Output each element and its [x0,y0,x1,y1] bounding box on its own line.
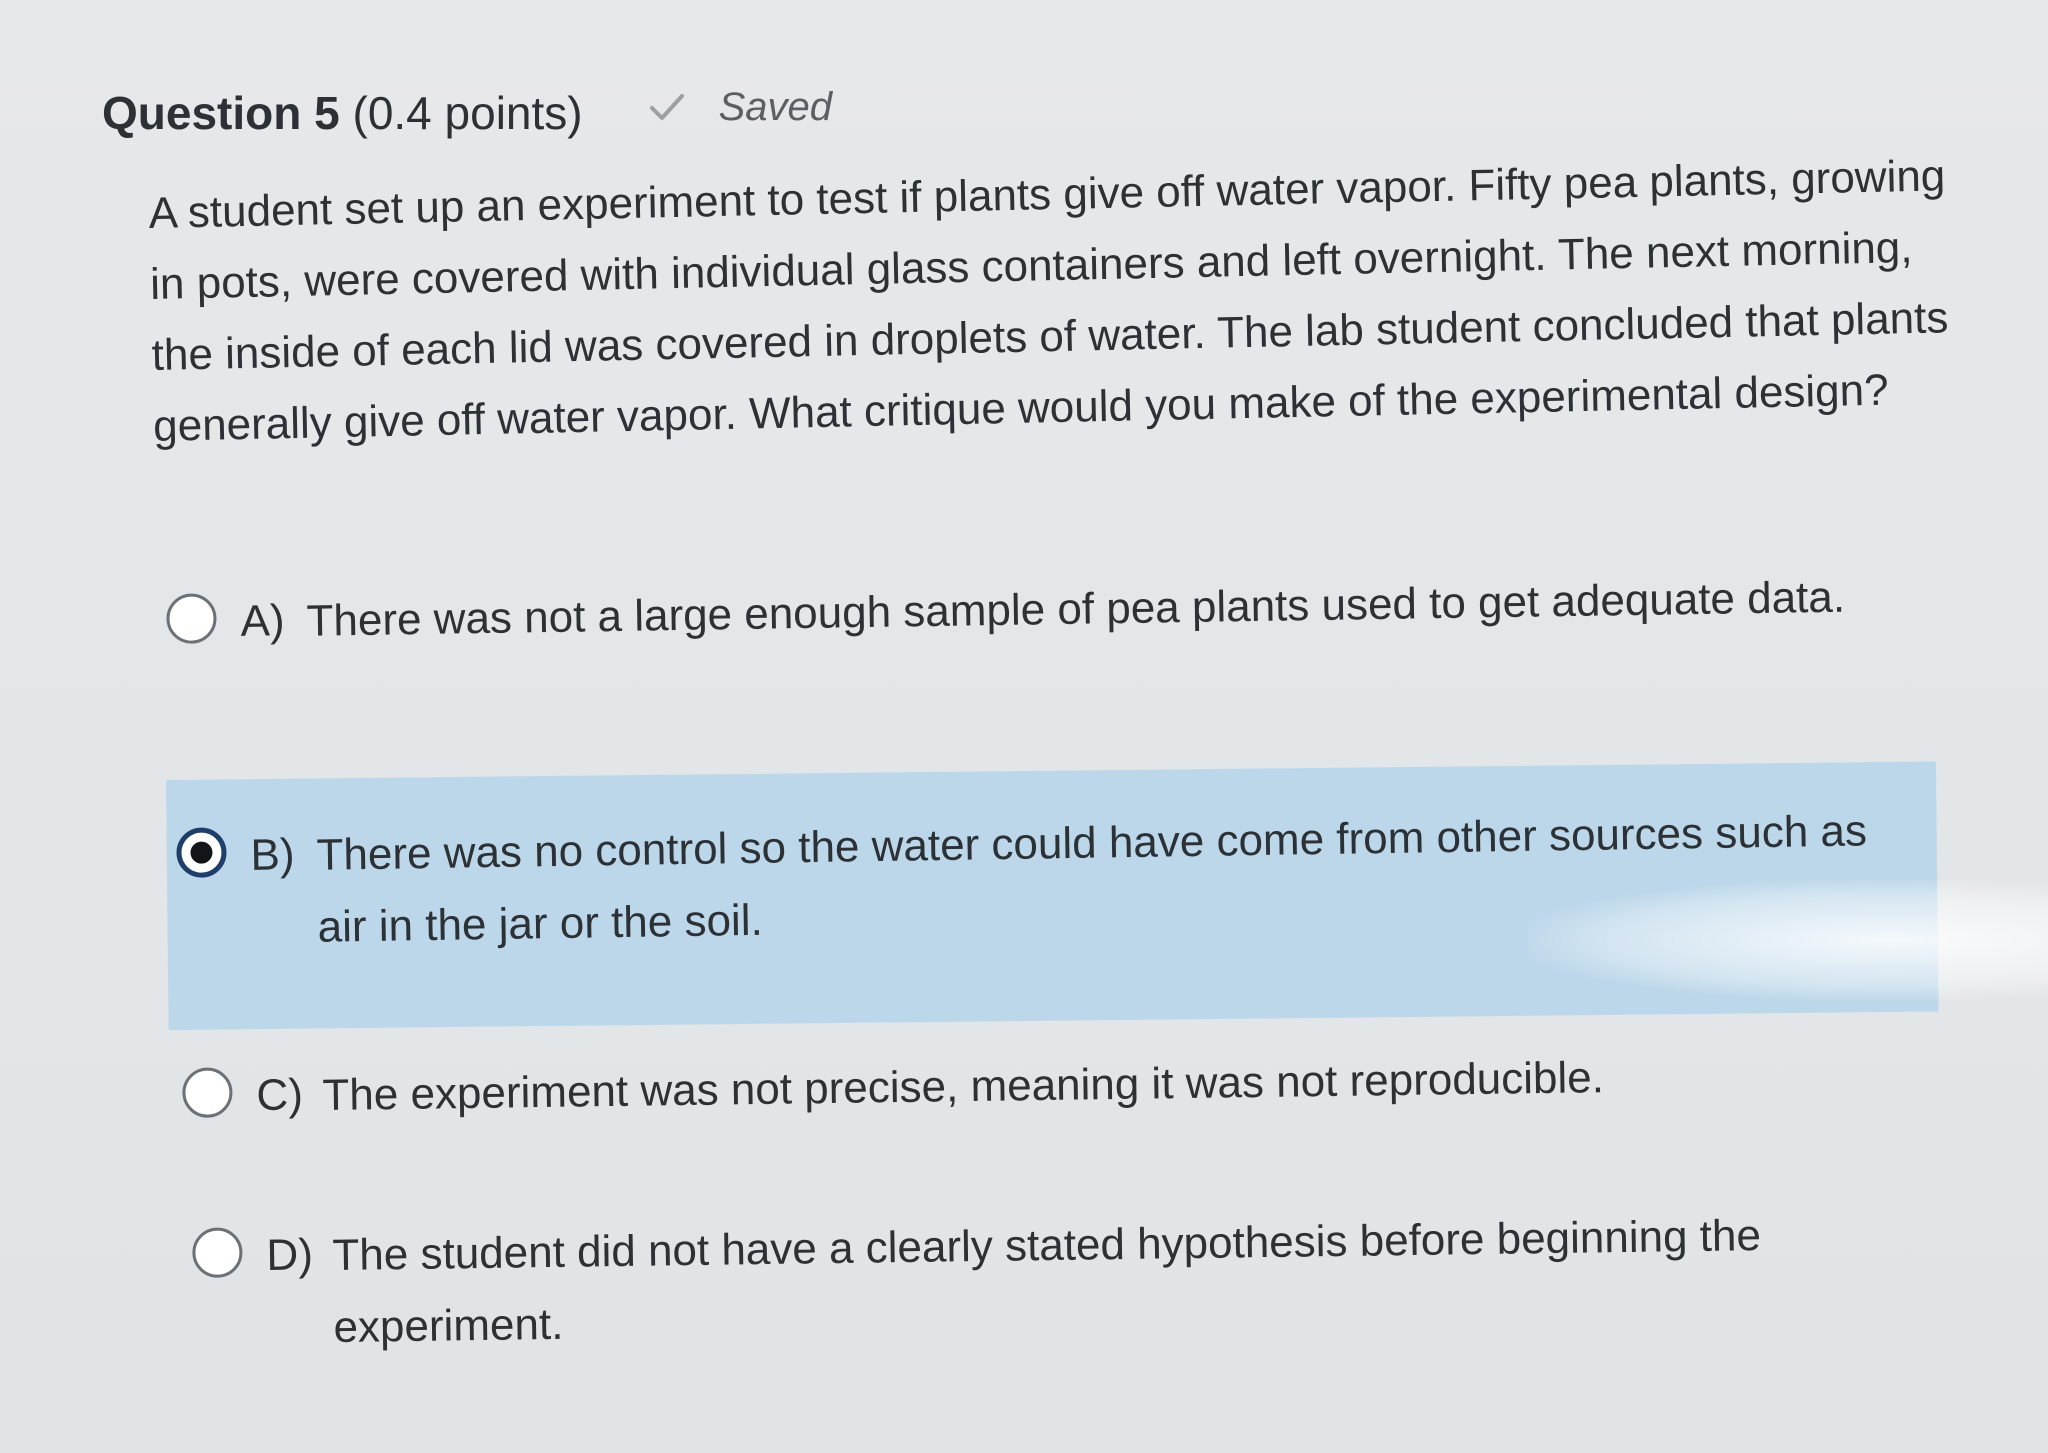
option-d[interactable]: D) The student did not have a clearly st… [192,1198,1934,1366]
option-a-text: There was not a large enough sample of p… [306,572,1846,646]
option-d-text: The student did not have a clearly state… [332,1211,1762,1353]
radio-button-a[interactable] [166,593,217,644]
option-c-letter: C) [256,1070,304,1120]
option-a[interactable]: A) There was not a large enough sample o… [166,561,1907,660]
option-b[interactable]: B) There was no control so the water cou… [176,794,1938,966]
option-b-letter: B) [250,830,295,880]
option-c[interactable]: C) The experiment was not precise, meani… [182,1038,1923,1134]
option-d-letter: D) [266,1230,314,1280]
radio-button-d[interactable] [192,1227,243,1278]
quiz-page: Question 5 (0.4 points) Saved A student … [0,0,2048,1453]
answer-options: A) There was not a large enough sample o… [0,0,2048,1453]
option-a-letter: A) [240,596,285,646]
radio-button-c[interactable] [182,1067,233,1118]
radio-button-b-selected[interactable] [176,827,227,878]
option-b-text: There was no control so the water could … [316,806,1868,952]
option-c-text: The experiment was not precise, meaning … [322,1053,1605,1121]
